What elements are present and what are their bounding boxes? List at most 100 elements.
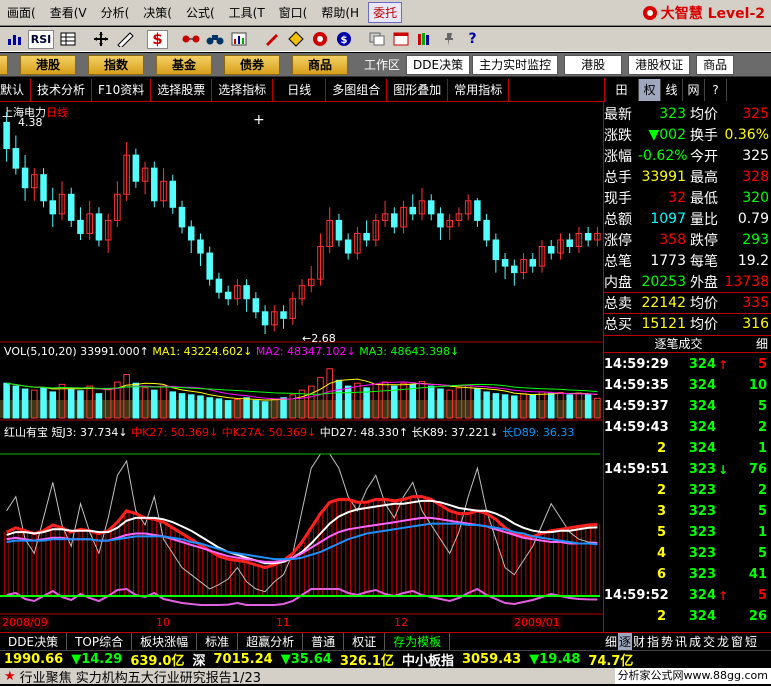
trade-time: 6 <box>656 567 666 582</box>
market-tab2-dde[interactable]: DDE决策 <box>406 54 471 75</box>
help-icon[interactable]: ? <box>462 30 483 49</box>
menu-item-tools[interactable]: 工具(T <box>222 4 272 21</box>
quote-row: 涨跌 ▼002 换手 0.36% <box>604 124 771 145</box>
bar-chart-icon[interactable] <box>228 30 249 49</box>
bottom-tab-standard[interactable]: 标准 <box>197 633 239 650</box>
chart-bars-icon[interactable] <box>4 30 25 49</box>
trade-button[interactable]: 委托 <box>368 2 403 23</box>
func-tech-analysis[interactable]: 技术分析 <box>31 78 93 101</box>
eye-icon[interactable] <box>309 30 330 49</box>
bottom-tab-top[interactable]: TOP综合 <box>67 633 133 650</box>
right-tab-rights[interactable]: 权 <box>639 79 661 101</box>
bottom-tab-dde[interactable]: DDE决策 <box>0 633 68 650</box>
market-tab-hk[interactable]: 港股 <box>20 54 76 75</box>
trades-title[interactable]: 逐笔成交 <box>604 336 753 352</box>
func-select-indicator[interactable]: 选择指标 <box>212 78 274 101</box>
menu-item-help[interactable]: 帮助(H <box>314 4 366 21</box>
func-overlay[interactable]: 图形叠加 <box>387 78 449 101</box>
books-icon[interactable] <box>414 30 435 49</box>
market-tab2-commodity[interactable]: 商品 <box>696 54 735 75</box>
quote-key: 总卖 <box>604 296 632 312</box>
right-bottom-tab[interactable]: 成 <box>688 633 702 650</box>
candle-body <box>492 239 500 261</box>
bottom-tab-normal[interactable]: 普通 <box>303 633 345 650</box>
menu-item-screen[interactable]: 画面( <box>0 4 43 21</box>
right-bottom-tab[interactable]: 短 <box>744 633 758 650</box>
quote-row: 总卖 22142 均价 335 <box>604 292 771 313</box>
market-tab2-hk[interactable]: 港股 <box>564 54 623 75</box>
bottom-tab-save-template[interactable]: 存为模板 <box>385 633 451 650</box>
trade-row: 14:59:35 324 10 <box>604 375 771 396</box>
trade-price: 323 <box>688 546 716 561</box>
bottom-tab-warrant[interactable]: 权证 <box>344 633 386 650</box>
right-bottom-tab[interactable]: 指 <box>646 633 660 650</box>
right-bottom-tab[interactable]: 交 <box>702 633 716 650</box>
menu-item-formula[interactable]: 公式( <box>179 4 222 21</box>
right-bottom-tab[interactable]: 财 <box>632 633 646 650</box>
table-icon[interactable] <box>390 30 411 49</box>
quote-value: 358 <box>659 231 686 248</box>
trade-price: 323 <box>688 504 716 519</box>
binoculars-icon[interactable] <box>204 30 225 49</box>
right-bottom-tab[interactable]: 窗 <box>730 633 744 650</box>
market-tab-commodity[interactable]: 商品 <box>292 54 348 75</box>
market-tab-cut[interactable] <box>0 54 8 75</box>
volume-bar <box>511 395 518 419</box>
trades-header: 逐笔成交 细 <box>604 335 771 353</box>
trade-price: 323 <box>688 525 716 540</box>
right-bottom-tab[interactable]: 细 <box>604 633 618 650</box>
diamond-icon[interactable] <box>285 30 306 49</box>
quote-value: 1097 <box>650 210 686 227</box>
right-bottom-tab[interactable]: 势 <box>660 633 674 650</box>
candle-body <box>178 206 186 228</box>
grid-icon[interactable] <box>57 30 78 49</box>
bottom-tab-sector[interactable]: 板块涨幅 <box>132 633 198 650</box>
menu-item-decision[interactable]: 决策( <box>136 4 179 21</box>
copy-icon[interactable] <box>366 30 387 49</box>
func-multi-chart[interactable]: 多图组合 <box>326 78 388 101</box>
dollar-icon[interactable]: $ <box>147 29 168 49</box>
market-tab-bond[interactable]: 债券 <box>224 54 280 75</box>
right-tab-line[interactable]: 线 <box>661 79 683 101</box>
market-tab2-monitor[interactable]: 主力实时监控 <box>472 54 559 75</box>
market-tab-fund[interactable]: 基金 <box>156 54 212 75</box>
glasses-icon[interactable] <box>180 30 201 49</box>
right-bottom-tab[interactable]: 龙 <box>716 633 730 650</box>
pin-icon[interactable] <box>438 30 459 49</box>
pencil-chart-icon[interactable] <box>261 30 282 49</box>
right-tab-help[interactable]: ? <box>705 79 727 101</box>
chart-area[interactable]: 上海电力日线 4.38 ←2.68 + VOL(5,10,20) 33991.0… <box>0 102 604 632</box>
candle-body <box>169 180 177 208</box>
right-tab-grid[interactable]: 田 <box>605 79 639 101</box>
volume-bar <box>566 394 573 419</box>
quote-value: ▼002 <box>648 126 687 143</box>
chart-canvas[interactable] <box>0 102 604 632</box>
rsi-icon[interactable]: RSI <box>28 29 54 49</box>
menu-item-view[interactable]: 查看(V <box>43 4 94 21</box>
ruler-icon[interactable] <box>114 30 135 49</box>
menu-item-window[interactable]: 窗口( <box>272 4 315 21</box>
market-tab2-hk-warrant[interactable]: 港股权证 <box>628 54 691 75</box>
price-low-label: 2.68 <box>311 332 336 345</box>
menu-item-analysis[interactable]: 分析( <box>94 4 137 21</box>
trades-detail-tab[interactable]: 细 <box>753 336 771 352</box>
right-tab-web[interactable]: 网 <box>683 79 705 101</box>
func-f10[interactable]: F10资料 <box>92 78 152 101</box>
right-bottom-tab[interactable]: 逐 <box>618 633 632 650</box>
brand-logo: 大智慧 Level-2 <box>642 3 771 23</box>
bottom-tab-super[interactable]: 超赢分析 <box>238 633 304 650</box>
dollar-circle-icon[interactable]: $ <box>333 30 354 49</box>
func-default[interactable]: 默认 <box>0 78 32 101</box>
func-daily[interactable]: 日线 <box>273 78 327 101</box>
volume-bar <box>391 385 398 419</box>
func-common-indicators[interactable]: 常用指标 <box>448 78 510 101</box>
trade-row: 14:59:51 323 ↓ 76 <box>604 459 771 480</box>
work-area-label[interactable]: 工作区 <box>364 56 400 73</box>
right-bottom-tab[interactable]: 讯 <box>674 633 688 650</box>
crosshair-icon[interactable] <box>90 30 111 49</box>
market-tab-index[interactable]: 指数 <box>88 54 144 75</box>
x-label-3: 12 <box>394 616 408 629</box>
func-select-stock[interactable]: 选择股票 <box>151 78 213 101</box>
news-text[interactable]: 行业聚焦 实力机构五大行业研究报告1/23 <box>20 667 261 686</box>
candle-body <box>409 206 417 215</box>
